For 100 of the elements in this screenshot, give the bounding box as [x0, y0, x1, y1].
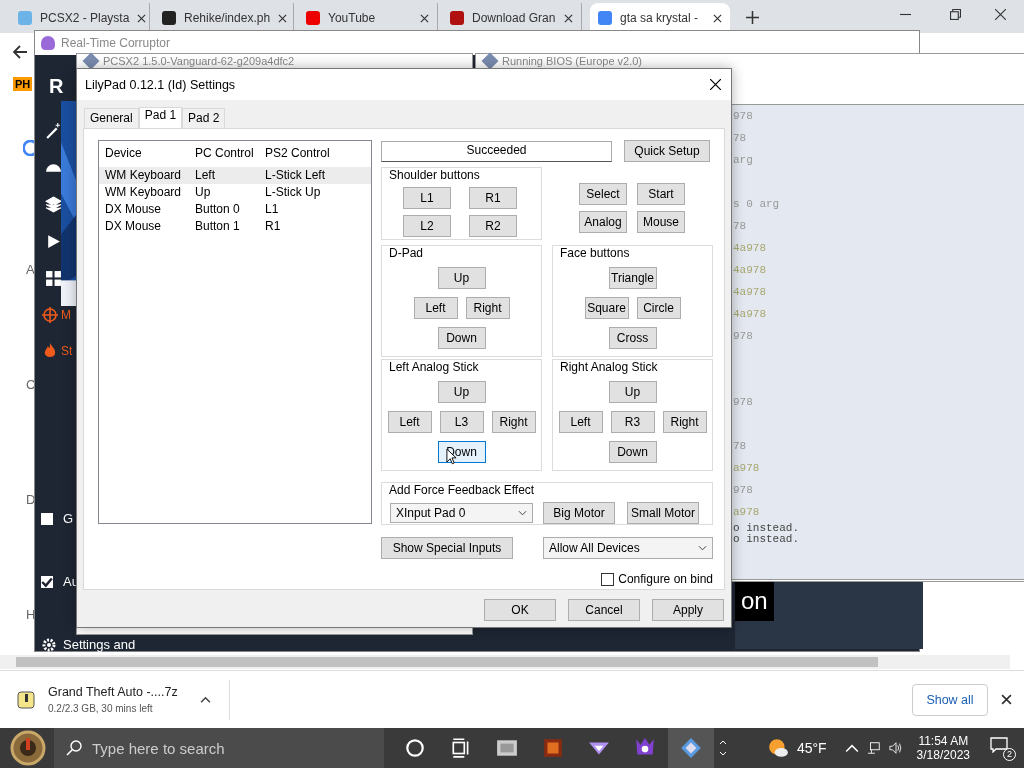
- log-line: o instead.: [733, 522, 799, 534]
- motor-button[interactable]: Big Motor: [543, 502, 615, 524]
- group-label: Add Force Feedback Effect: [389, 483, 535, 497]
- tab[interactable]: Pad 2: [182, 108, 226, 128]
- banner-text: on: [735, 581, 774, 621]
- pad-button[interactable]: Left: [558, 411, 603, 433]
- back-arrow-icon[interactable]: [12, 44, 28, 60]
- close-icon[interactable]: [278, 13, 288, 23]
- dialog-title: LilyPad 0.12.1 (Id) Settings: [85, 77, 236, 92]
- selected-row[interactable]: WM Keyboard Left L-Stick Left: [99, 167, 371, 184]
- page-text: H: [26, 607, 36, 622]
- close-icon[interactable]: [995, 9, 1006, 20]
- pad-button[interactable]: Right: [662, 411, 707, 433]
- restore-icon[interactable]: [950, 9, 961, 20]
- log-line: 4a978: [733, 308, 766, 320]
- pad-button[interactable]: Down: [608, 441, 657, 463]
- pad-button[interactable]: Select: [579, 183, 627, 205]
- close-icon[interactable]: [420, 13, 429, 23]
- pad-button[interactable]: Analog: [579, 211, 627, 233]
- tab[interactable]: General: [84, 108, 139, 128]
- pad-button[interactable]: Up: [437, 267, 486, 289]
- device-dropdown[interactable]: XInput Pad 0: [390, 503, 533, 523]
- close-icon[interactable]: [564, 13, 573, 23]
- pad-button[interactable]: R1: [469, 187, 517, 209]
- pad-button[interactable]: L2: [403, 215, 451, 237]
- gear-icon: [41, 637, 57, 653]
- pad-button[interactable]: Left: [387, 411, 432, 433]
- pad-button[interactable]: L3: [439, 411, 484, 433]
- pad-button[interactable]: R3: [610, 411, 655, 433]
- logo-text: R: [49, 75, 65, 98]
- app-icon[interactable]: [668, 728, 714, 768]
- motor-button[interactable]: Small Motor: [627, 502, 699, 524]
- weather-widget[interactable]: 45°F: [766, 737, 827, 759]
- date-text: 3/18/2023: [916, 748, 970, 762]
- pad-button[interactable]: Cross: [608, 327, 657, 349]
- pad-button[interactable]: R2: [469, 215, 517, 237]
- log-line: 78: [733, 220, 747, 232]
- column-header[interactable]: PS2 Control: [265, 145, 371, 167]
- log-line: o instead.: [733, 533, 799, 545]
- horizontal-scrollbar[interactable]: [0, 655, 1010, 669]
- pad-button[interactable]: Circle: [636, 297, 681, 319]
- wand-icon[interactable]: [45, 122, 62, 139]
- search-field[interactable]: Type here to search: [54, 728, 384, 768]
- table-cell-text: WM Keyboard: [105, 184, 183, 201]
- clock[interactable]: 11:54 AM 3/18/2023: [916, 734, 970, 762]
- close-icon[interactable]: [137, 13, 147, 23]
- network-icon[interactable]: [866, 741, 881, 755]
- show-special-inputs-button[interactable]: Show Special Inputs: [381, 536, 513, 559]
- column-header[interactable]: PC Control: [195, 145, 265, 167]
- start-button[interactable]: [8, 728, 48, 768]
- settings-button[interactable]: Settings and: [41, 637, 136, 653]
- pad-button[interactable]: Up: [437, 381, 486, 403]
- pad-button[interactable]: Right: [491, 411, 536, 433]
- nav-item[interactable]: M: [42, 307, 79, 323]
- dialog-button[interactable]: Cancel: [568, 599, 640, 621]
- tab[interactable]: Pad 1: [138, 107, 183, 128]
- pad-button[interactable]: Up: [608, 381, 657, 403]
- close-icon[interactable]: [710, 79, 721, 90]
- log-line: 78: [733, 132, 747, 144]
- pad-button[interactable]: Mouse: [637, 211, 685, 233]
- download-item[interactable]: Grand Theft Auto -....7z 0.2/2.3 GB, 30 mins left: [0, 685, 178, 714]
- quick-setup-button[interactable]: Quick Setup: [624, 140, 710, 162]
- show-all-button[interactable]: Show all: [912, 683, 988, 716]
- grid-icon[interactable]: [45, 270, 62, 287]
- close-icon[interactable]: [713, 13, 722, 23]
- site-icon: [598, 11, 612, 25]
- new-tab-icon[interactable]: [746, 11, 759, 24]
- configure-checkbox[interactable]: Configure on bind: [601, 569, 713, 589]
- column-header[interactable]: Device: [105, 145, 195, 167]
- pad-button[interactable]: Square: [584, 297, 629, 319]
- nav-item[interactable]: St: [42, 343, 79, 359]
- bookmark-icon[interactable]: PH: [13, 77, 33, 91]
- search-icon: [66, 740, 82, 756]
- time-text: 11:54 AM: [918, 734, 969, 748]
- scroll-arrows-icon[interactable]: [718, 738, 728, 758]
- browser-tab[interactable]: gta sa krystal -: [590, 3, 730, 33]
- dialog-button[interactable]: Apply: [652, 599, 724, 621]
- table-cell-text: L-Stick Up: [265, 184, 322, 201]
- dialog-button[interactable]: OK: [484, 599, 556, 621]
- pad-button[interactable]: L1: [403, 187, 451, 209]
- table-cell-text: DX Mouse: [105, 201, 163, 218]
- pad-button[interactable]: Start: [637, 183, 685, 205]
- layers-icon[interactable]: [45, 196, 62, 213]
- table-cell-text: Button 0: [195, 201, 241, 218]
- table-cell-text: L1: [265, 201, 280, 218]
- log-line: s 0 arg: [733, 198, 780, 210]
- window-title: Running BIOS (Europe v2.0): [502, 54, 643, 68]
- pad-button[interactable]: Triangle: [608, 267, 657, 289]
- notifications-button[interactable]: 2: [990, 735, 1016, 761]
- site-icon: [306, 11, 320, 25]
- volume-icon[interactable]: [888, 741, 903, 755]
- play-icon[interactable]: [45, 233, 62, 250]
- devices-dropdown[interactable]: Allow All Devices: [543, 536, 713, 559]
- log-line: a978: [733, 506, 760, 518]
- flame-icon: [42, 343, 58, 359]
- close-icon[interactable]: [1001, 694, 1012, 705]
- log-line: 978: [733, 330, 753, 342]
- pad-button[interactable]: Right: [465, 297, 510, 319]
- pad-button[interactable]: Down: [437, 327, 486, 349]
- pad-button[interactable]: Left: [413, 297, 458, 319]
